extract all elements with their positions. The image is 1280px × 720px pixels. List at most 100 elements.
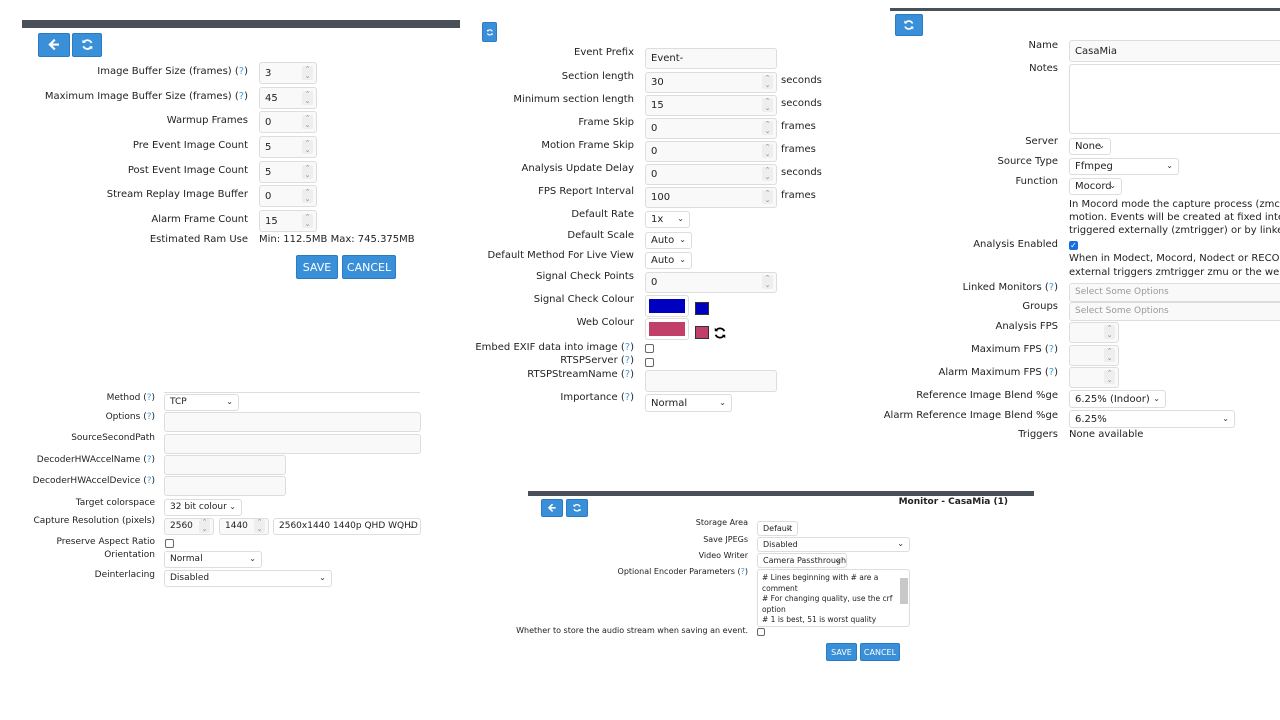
input-field[interactable] (164, 455, 286, 475)
encoder-parameters-textarea[interactable]: # Lines beginning with # are a comment # F… (757, 569, 910, 627)
spinner-icon[interactable]: ⌃ ⌄ (1104, 370, 1115, 384)
select-field[interactable]: TCP ⌄ (164, 393, 239, 411)
select-field[interactable]: Normal ⌄ (164, 550, 262, 568)
spinner-icon[interactable]: ⌃ ⌄ (302, 91, 313, 105)
select-field[interactable]: 1x ⌄ (645, 210, 690, 228)
spinner-icon[interactable]: ⌃ ⌄ (762, 275, 773, 289)
refresh-button[interactable] (566, 499, 588, 517)
input-field[interactable]: Event- (645, 47, 777, 69)
multiselect-input[interactable]: Select Some Options (1069, 282, 1280, 302)
select-field[interactable]: Disabled ⌄ (757, 536, 910, 552)
spinner-icon[interactable]: ⌃ ⌄ (762, 167, 773, 181)
back-button[interactable] (541, 499, 563, 517)
spinner-icon[interactable]: ⌃ ⌄ (302, 165, 313, 179)
spinner-icon[interactable]: ⌃ ⌄ (762, 98, 773, 112)
checkbox[interactable] (757, 628, 765, 636)
help-link[interactable]: ? (625, 342, 630, 353)
textarea-scrollbar[interactable] (900, 578, 908, 604)
help-link[interactable]: ? (147, 476, 152, 486)
number-field[interactable]: 0 ⌃ ⌄ (645, 117, 777, 139)
select-field[interactable]: Camera Passthrough ⌄ (757, 552, 847, 568)
help-link[interactable]: ? (147, 455, 152, 465)
spinner-icon[interactable]: ⌃ ⌄ (199, 519, 210, 533)
help-link[interactable]: ? (1049, 344, 1054, 355)
refresh-button-partial[interactable] (482, 22, 497, 42)
signal-check-colour-picker[interactable] (645, 295, 689, 317)
spinner-icon[interactable]: ⌃ ⌄ (302, 115, 313, 129)
refresh-button[interactable] (72, 33, 102, 57)
select-field[interactable]: 2560x1440 1440p QHD WQHD ⌄ (273, 517, 421, 535)
select-field[interactable]: 6.25% ⌄ (1069, 410, 1235, 428)
number-field[interactable]: ⌃ ⌄ (1069, 366, 1119, 388)
help-link[interactable]: ? (1049, 367, 1054, 378)
spinner-icon[interactable]: ⌃ ⌄ (302, 66, 313, 80)
spinner-icon[interactable]: ⌃ ⌄ (254, 519, 265, 533)
help-link[interactable]: ? (625, 392, 630, 403)
number-field[interactable]: 0 ⌃ ⌄ (645, 140, 777, 162)
number-field[interactable]: ⌃ ⌄ (1069, 321, 1119, 343)
help-link[interactable]: ? (625, 369, 630, 380)
select-field[interactable]: Auto ⌄ (645, 251, 692, 269)
help-link[interactable]: ? (147, 412, 152, 422)
save-button[interactable]: SAVE (296, 255, 338, 279)
spinner-icon[interactable]: ⌃ ⌄ (302, 214, 313, 228)
number-field[interactable]: 0 ⌃ ⌄ (645, 163, 777, 185)
checkbox[interactable] (165, 539, 174, 548)
web-colour-picker[interactable] (645, 318, 689, 340)
help-link[interactable]: ? (741, 567, 745, 576)
input-field[interactable] (164, 434, 421, 454)
help-link[interactable]: ? (625, 355, 630, 366)
help-link[interactable]: ? (239, 66, 244, 77)
number-field[interactable]: 15 ⌃ ⌄ (259, 210, 317, 232)
input-field[interactable] (645, 370, 777, 392)
checkbox[interactable] (645, 358, 654, 367)
number-field[interactable]: 15 ⌃ ⌄ (645, 94, 777, 116)
back-button[interactable] (38, 33, 70, 57)
checkbox[interactable]: ✓ (1069, 241, 1078, 250)
number-field[interactable]: 0 ⌃ ⌄ (645, 271, 777, 293)
label-text: Default Rate (571, 209, 634, 220)
notes-textarea[interactable] (1069, 64, 1280, 134)
reset-colour-icon[interactable] (713, 326, 727, 340)
select-field[interactable]: 6.25% (Indoor) ⌄ (1069, 390, 1166, 408)
checkbox[interactable] (645, 344, 654, 353)
select-field[interactable]: Normal ⌄ (645, 394, 732, 412)
cancel-button[interactable]: CANCEL (342, 255, 396, 279)
spinner-icon[interactable]: ⌃ ⌄ (762, 75, 773, 89)
select-field[interactable]: Disabled ⌄ (164, 569, 332, 587)
spinner-icon[interactable]: ⌃ ⌄ (302, 140, 313, 154)
select-field[interactable]: Mocord ⌄ (1069, 177, 1122, 195)
number-field[interactable]: 30 ⌃ ⌄ (645, 71, 777, 93)
select-field[interactable]: Default ⌄ (757, 520, 798, 536)
spinner-icon[interactable]: ⌃ ⌄ (762, 190, 773, 204)
refresh-button[interactable] (895, 14, 923, 36)
number-field[interactable]: 45 ⌃ ⌄ (259, 87, 317, 109)
spinner-icon[interactable]: ⌃ ⌄ (1104, 348, 1115, 362)
select-field[interactable]: None ⌄ (1069, 137, 1111, 155)
number-field[interactable]: 100 ⌃ ⌄ (645, 186, 777, 208)
number-field[interactable]: 1440 ⌃ ⌄ (219, 517, 269, 535)
number-field[interactable]: 0 ⌃ ⌄ (259, 111, 317, 133)
select-field[interactable]: 32 bit colour ⌄ (164, 498, 242, 516)
number-field[interactable]: 5 ⌃ ⌄ (259, 136, 317, 158)
number-field[interactable]: 0 ⌃ ⌄ (259, 185, 317, 207)
spinner-icon[interactable]: ⌃ ⌄ (762, 121, 773, 135)
spinner-icon[interactable]: ⌃ ⌄ (762, 144, 773, 158)
multiselect-input[interactable]: Select Some Options (1069, 301, 1280, 321)
select-field[interactable]: Ffmpeg ⌄ (1069, 157, 1179, 175)
number-field[interactable]: ⌃ ⌄ (1069, 344, 1119, 366)
spinner-icon[interactable]: ⌃ ⌄ (302, 189, 313, 203)
save-button[interactable]: SAVE (826, 643, 857, 661)
select-field[interactable]: Auto ⌄ (645, 231, 692, 249)
input-field[interactable] (164, 476, 286, 496)
help-link[interactable]: ? (239, 91, 244, 102)
number-field[interactable]: 5 ⌃ ⌄ (259, 161, 317, 183)
help-link[interactable]: ? (147, 393, 152, 403)
number-field[interactable]: 3 ⌃ ⌄ (259, 62, 317, 84)
number-field[interactable]: 2560 ⌃ ⌄ (164, 517, 214, 535)
spinner-icon[interactable]: ⌃ ⌄ (1104, 325, 1115, 339)
cancel-button[interactable]: CANCEL (860, 643, 900, 661)
input-field[interactable]: CasaMia (1069, 40, 1280, 62)
input-field[interactable] (164, 412, 421, 432)
help-link[interactable]: ? (1049, 282, 1054, 293)
